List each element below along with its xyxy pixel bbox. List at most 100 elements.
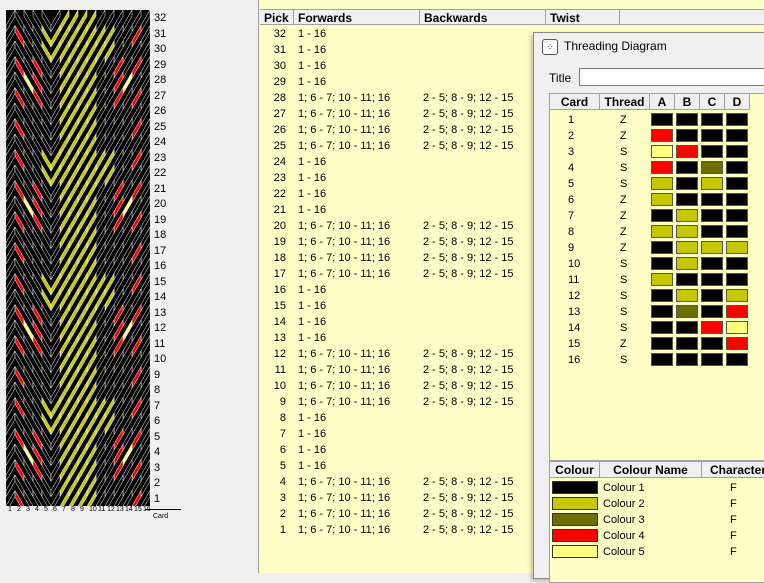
grid-header-thread[interactable]: Thread — [600, 94, 650, 110]
hole-a-cell[interactable] — [651, 209, 673, 222]
hole-c-cell[interactable] — [701, 337, 723, 350]
hole-b-cell[interactable] — [676, 337, 698, 350]
thread-direction[interactable]: S — [620, 176, 627, 192]
hole-a-cell[interactable] — [651, 289, 673, 302]
hole-d-cell[interactable] — [726, 129, 748, 142]
thread-direction[interactable]: Z — [620, 336, 627, 352]
hole-a-cell[interactable] — [651, 353, 673, 366]
hole-a-cell[interactable] — [651, 145, 673, 158]
weaving-pattern-preview[interactable] — [6, 10, 150, 506]
grid-header-d[interactable]: D — [725, 94, 750, 110]
hole-d-cell[interactable] — [726, 353, 748, 366]
hole-c-cell[interactable] — [701, 289, 723, 302]
hole-b-cell[interactable] — [676, 161, 698, 174]
thread-direction[interactable]: Z — [620, 208, 627, 224]
hole-c-cell[interactable] — [701, 273, 723, 286]
hole-c-cell[interactable] — [701, 145, 723, 158]
hole-a-cell[interactable] — [651, 225, 673, 238]
thread-direction[interactable]: Z — [620, 112, 627, 128]
hole-c-cell[interactable] — [701, 129, 723, 142]
colour-swatch[interactable] — [552, 497, 598, 510]
thread-direction[interactable]: S — [620, 352, 627, 368]
hole-a-cell[interactable] — [651, 321, 673, 334]
thread-direction[interactable]: S — [620, 144, 627, 160]
hole-d-cell[interactable] — [726, 273, 748, 286]
hole-b-cell[interactable] — [676, 273, 698, 286]
hole-c-cell[interactable] — [701, 241, 723, 254]
title-input[interactable] — [579, 68, 764, 86]
hole-c-cell[interactable] — [701, 161, 723, 174]
grid-header-card[interactable]: Card — [550, 94, 600, 110]
hole-c-cell[interactable] — [701, 193, 723, 206]
thread-direction[interactable]: Z — [620, 224, 627, 240]
hole-a-cell[interactable] — [651, 177, 673, 190]
hole-d-cell[interactable] — [726, 305, 748, 318]
hole-a-cell[interactable] — [651, 257, 673, 270]
hole-d-cell[interactable] — [726, 225, 748, 238]
hole-b-cell[interactable] — [676, 353, 698, 366]
hole-b-cell[interactable] — [676, 257, 698, 270]
colour-swatch[interactable] — [552, 513, 598, 526]
colour-header-character[interactable]: Character — [702, 462, 764, 478]
hole-d-cell[interactable] — [726, 209, 748, 222]
hole-a-cell[interactable] — [651, 193, 673, 206]
grid-header-b[interactable]: B — [675, 94, 700, 110]
hole-d-cell[interactable] — [726, 177, 748, 190]
hole-d-cell[interactable] — [726, 289, 748, 302]
column-header-twist[interactable]: Twist — [546, 9, 620, 25]
hole-b-cell[interactable] — [676, 321, 698, 334]
thread-direction[interactable]: S — [620, 160, 627, 176]
hole-a-cell[interactable] — [651, 161, 673, 174]
hole-c-cell[interactable] — [701, 305, 723, 318]
thread-direction[interactable]: S — [620, 272, 627, 288]
hole-d-cell[interactable] — [726, 337, 748, 350]
column-header-pick[interactable]: Pick — [260, 9, 294, 25]
hole-d-cell[interactable] — [726, 145, 748, 158]
colour-swatch[interactable] — [552, 545, 598, 558]
grid-header-a[interactable]: A — [650, 94, 675, 110]
hole-c-cell[interactable] — [701, 225, 723, 238]
column-header-backwards[interactable]: Backwards — [420, 9, 546, 25]
hole-b-cell[interactable] — [676, 129, 698, 142]
hole-b-cell[interactable] — [676, 145, 698, 158]
column-header-forwards[interactable]: Forwards — [294, 9, 420, 25]
hole-d-cell[interactable] — [726, 193, 748, 206]
hole-c-cell[interactable] — [701, 257, 723, 270]
thread-direction[interactable]: S — [620, 320, 627, 336]
hole-b-cell[interactable] — [676, 289, 698, 302]
colour-header-colour[interactable]: Colour — [550, 462, 600, 478]
thread-direction[interactable]: S — [620, 288, 627, 304]
hole-b-cell[interactable] — [676, 113, 698, 126]
thread-direction[interactable]: Z — [620, 240, 627, 256]
hole-d-cell[interactable] — [726, 241, 748, 254]
hole-b-cell[interactable] — [676, 241, 698, 254]
hole-d-cell[interactable] — [726, 113, 748, 126]
hole-a-cell[interactable] — [651, 241, 673, 254]
hole-b-cell[interactable] — [676, 209, 698, 222]
hole-c-cell[interactable] — [701, 321, 723, 334]
hole-b-cell[interactable] — [676, 305, 698, 318]
hole-a-cell[interactable] — [651, 129, 673, 142]
colour-header-name[interactable]: Colour Name — [600, 462, 702, 478]
hole-b-cell[interactable] — [676, 225, 698, 238]
thread-direction[interactable]: S — [620, 256, 627, 272]
hole-c-cell[interactable] — [701, 209, 723, 222]
colour-swatch[interactable] — [552, 481, 598, 494]
hole-b-cell[interactable] — [676, 193, 698, 206]
hole-c-cell[interactable] — [701, 353, 723, 366]
grid-header-c[interactable]: C — [700, 94, 725, 110]
thread-direction[interactable]: S — [620, 304, 627, 320]
hole-a-cell[interactable] — [651, 337, 673, 350]
thread-direction[interactable]: Z — [620, 128, 627, 144]
hole-d-cell[interactable] — [726, 161, 748, 174]
hole-a-cell[interactable] — [651, 305, 673, 318]
hole-d-cell[interactable] — [726, 321, 748, 334]
hole-c-cell[interactable] — [701, 177, 723, 190]
hole-a-cell[interactable] — [651, 273, 673, 286]
colour-swatch[interactable] — [552, 529, 598, 542]
hole-c-cell[interactable] — [701, 113, 723, 126]
hole-d-cell[interactable] — [726, 257, 748, 270]
hole-a-cell[interactable] — [651, 113, 673, 126]
window-title-bar[interactable]: ⁘ Threading Diagram — [534, 33, 764, 61]
hole-b-cell[interactable] — [676, 177, 698, 190]
